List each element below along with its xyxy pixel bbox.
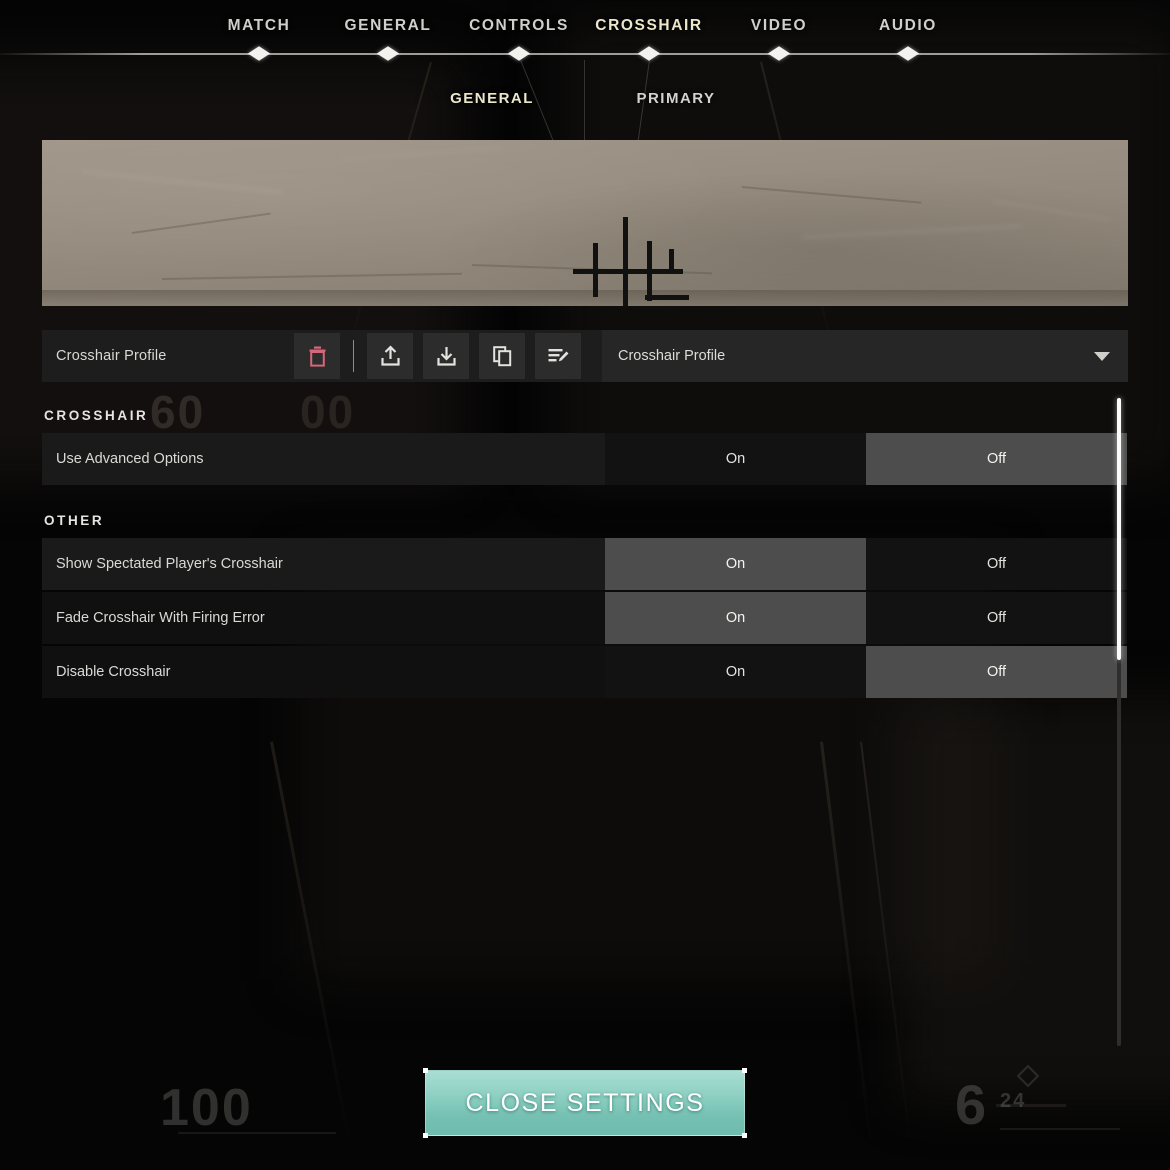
hud-line <box>178 1132 336 1134</box>
copy-icon <box>492 346 511 367</box>
wall-baseboard <box>42 290 1128 306</box>
wall-detail <box>161 272 462 280</box>
settings-scrollbar-thumb[interactable] <box>1117 398 1121 660</box>
wall-detail <box>991 200 1111 221</box>
trash-icon <box>309 346 325 367</box>
wall-detail <box>341 146 502 160</box>
icon-divider <box>353 340 354 372</box>
section-header-crosshair: CROSSHAIR <box>44 408 149 423</box>
section-header-other: OTHER <box>44 513 105 528</box>
profile-actions-panel: Crosshair Profile <box>42 330 602 382</box>
crosshair-preview-panel <box>42 140 1128 306</box>
export-profile-button[interactable] <box>423 333 469 379</box>
setting-row-fade-crosshair-firing-error: Fade Crosshair With Firing Error On Off <box>42 592 1128 644</box>
setting-option-off[interactable]: Off <box>866 592 1127 644</box>
nav-tab-controls[interactable]: CONTROLS <box>469 17 569 35</box>
setting-label: Fade Crosshair With Firing Error <box>42 592 605 644</box>
download-icon <box>436 347 456 366</box>
hud-line <box>1000 1128 1120 1130</box>
settings-top-nav: MATCH GENERAL CONTROLS CROSSHAIR VIDEO A… <box>0 0 1170 56</box>
nav-tab-video[interactable]: VIDEO <box>751 17 807 35</box>
settings-list: CROSSHAIR Use Advanced Options On Off OT… <box>42 396 1128 700</box>
subtab-general[interactable]: GENERAL <box>450 90 534 107</box>
bg-blob <box>900 700 1170 1100</box>
setting-option-on[interactable]: On <box>605 646 866 698</box>
wall-detail <box>741 186 922 204</box>
setting-option-off[interactable]: Off <box>866 646 1127 698</box>
hud-line <box>996 1104 1066 1107</box>
profile-select-dropdown[interactable]: Crosshair Profile <box>602 330 1128 382</box>
nav-tab-match[interactable]: MATCH <box>228 17 291 35</box>
setting-option-on[interactable]: On <box>605 538 866 590</box>
nav-tab-crosshair[interactable]: CROSSHAIR <box>595 17 702 35</box>
rename-profile-button[interactable] <box>535 333 581 379</box>
setting-row-use-advanced-options: Use Advanced Options On Off <box>42 433 1128 485</box>
chevron-down-icon <box>1094 351 1110 361</box>
corner-mark <box>423 1068 428 1073</box>
setting-option-off[interactable]: Off <box>866 538 1127 590</box>
profile-selected-value: Crosshair Profile <box>618 348 726 364</box>
crosshair-profile-bar: Crosshair Profile Crosshair Profile <box>42 330 1128 382</box>
hud-ammo-value: 6 <box>955 1073 989 1136</box>
setting-row-disable-crosshair: Disable Crosshair On Off <box>42 646 1128 698</box>
setting-option-on[interactable]: On <box>605 433 866 485</box>
delete-profile-button[interactable] <box>294 333 340 379</box>
copy-profile-button[interactable] <box>479 333 525 379</box>
setting-label: Disable Crosshair <box>42 646 605 698</box>
close-settings-button[interactable]: CLOSE SETTINGS <box>423 1068 747 1138</box>
hud-ammo-reserve: 24 <box>1000 1090 1027 1112</box>
corner-mark <box>423 1133 428 1138</box>
corner-mark <box>742 1133 747 1138</box>
nav-divider-line <box>0 53 1170 55</box>
wall-detail <box>81 170 282 194</box>
setting-label: Use Advanced Options <box>42 433 605 485</box>
subtab-primary[interactable]: PRIMARY <box>636 90 715 107</box>
profile-action-icons <box>294 333 591 379</box>
import-profile-button[interactable] <box>367 333 413 379</box>
close-settings-label: CLOSE SETTINGS <box>465 1088 705 1117</box>
nav-tab-general[interactable]: GENERAL <box>345 17 432 35</box>
hud-health-value: 100 <box>160 1079 253 1137</box>
wall-detail <box>131 212 271 234</box>
nav-tab-audio[interactable]: AUDIO <box>879 17 937 35</box>
upload-icon <box>380 345 400 366</box>
wall-detail <box>801 224 1022 239</box>
profile-label: Crosshair Profile <box>56 348 167 364</box>
setting-option-off[interactable]: Off <box>866 433 1127 485</box>
setting-row-show-spectated-crosshair: Show Spectated Player's Crosshair On Off <box>42 538 1128 590</box>
edit-icon <box>548 349 568 362</box>
corner-mark <box>742 1068 747 1073</box>
setting-label: Show Spectated Player's Crosshair <box>42 538 605 590</box>
guide-line <box>584 60 585 148</box>
setting-option-on[interactable]: On <box>605 592 866 644</box>
settings-scrollbar-track[interactable] <box>1117 398 1121 1046</box>
